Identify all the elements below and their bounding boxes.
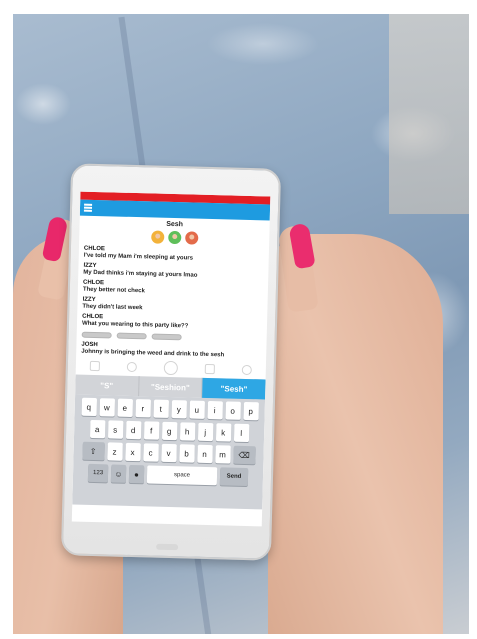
attachment-icon[interactable] xyxy=(89,360,100,372)
avatar[interactable] xyxy=(167,230,181,245)
placeholder-pill xyxy=(151,333,182,341)
camera-icon[interactable] xyxy=(163,360,178,376)
avatar[interactable] xyxy=(150,230,164,244)
key[interactable]: u xyxy=(189,400,205,419)
key[interactable]: g xyxy=(161,421,177,441)
key[interactable]: h xyxy=(179,422,195,441)
smartphone: Sesh CHLOE I've told my Mam i'm sleeping… xyxy=(60,163,282,561)
keyboard: q w e r t y u i o p a s d f g h j k l ⇧ … xyxy=(72,394,266,510)
key[interactable]: t xyxy=(153,399,169,418)
message: CHLOE I've told my Mam i'm sleeping at y… xyxy=(84,246,264,265)
message: IZZY They didn't last week xyxy=(82,297,262,316)
key[interactable]: v xyxy=(160,443,177,463)
message: CHLOE They better not check xyxy=(83,280,263,299)
key[interactable]: j xyxy=(197,422,213,442)
key[interactable]: n xyxy=(196,444,213,464)
shift-icon[interactable]: ⇧ xyxy=(81,441,105,461)
message: CHLOE What you wearing to this party lik… xyxy=(82,314,262,333)
key[interactable]: i xyxy=(207,400,223,420)
emoji-icon[interactable]: ☺ xyxy=(110,464,127,483)
keyboard-row-3: ⇧ z x c v b n m ⌫ xyxy=(75,441,261,465)
key[interactable]: d xyxy=(125,420,141,440)
mic-icon[interactable]: ● xyxy=(128,464,145,484)
home-button[interactable] xyxy=(156,543,179,551)
menu-icon[interactable] xyxy=(83,203,93,212)
suggestion[interactable]: "S" xyxy=(75,375,138,397)
key[interactable]: q xyxy=(81,397,97,417)
location-icon[interactable] xyxy=(242,364,253,376)
keyboard-row-4: 123 ☺ ● space Send xyxy=(75,463,261,487)
key[interactable]: b xyxy=(178,444,195,463)
key[interactable]: c xyxy=(142,443,159,462)
phone-icon[interactable] xyxy=(126,361,137,373)
background-wall xyxy=(389,14,469,214)
suggestion[interactable]: "Seshion" xyxy=(137,376,203,398)
key[interactable]: l xyxy=(233,423,249,443)
keyboard-row-2: a s d f g h j k l xyxy=(76,419,262,443)
key[interactable]: a xyxy=(89,419,105,439)
key[interactable]: w xyxy=(99,398,115,417)
key[interactable]: f xyxy=(143,421,159,440)
key[interactable]: m xyxy=(214,445,231,464)
message: IZZY My Dad thinks i'm staying at yours … xyxy=(83,263,263,282)
space-key[interactable]: space xyxy=(146,465,218,486)
keyboard-row-1: q w e r t y u i o p xyxy=(77,397,263,421)
placeholder-pill xyxy=(116,332,147,340)
phone-screen: Sesh CHLOE I've told my Mam i'm sleeping… xyxy=(71,191,271,527)
send-button[interactable]: Send xyxy=(219,467,249,487)
placeholder-pill xyxy=(81,331,112,339)
suggestion-selected[interactable]: "Sesh" xyxy=(202,377,266,400)
backspace-icon[interactable]: ⌫ xyxy=(232,445,256,465)
key[interactable]: e xyxy=(117,398,133,417)
key[interactable]: s xyxy=(107,420,123,439)
avatar[interactable] xyxy=(184,231,198,245)
key[interactable]: y xyxy=(171,400,187,419)
message-list: CHLOE I've told my Mam i'm sleeping at y… xyxy=(77,242,269,333)
key[interactable]: k xyxy=(215,423,231,442)
video-icon[interactable] xyxy=(204,363,216,375)
numbers-key[interactable]: 123 xyxy=(87,463,109,483)
key[interactable]: o xyxy=(225,401,241,420)
key[interactable]: r xyxy=(135,399,151,418)
key[interactable]: z xyxy=(106,442,123,461)
key[interactable]: p xyxy=(243,401,259,421)
key[interactable]: x xyxy=(124,442,141,462)
